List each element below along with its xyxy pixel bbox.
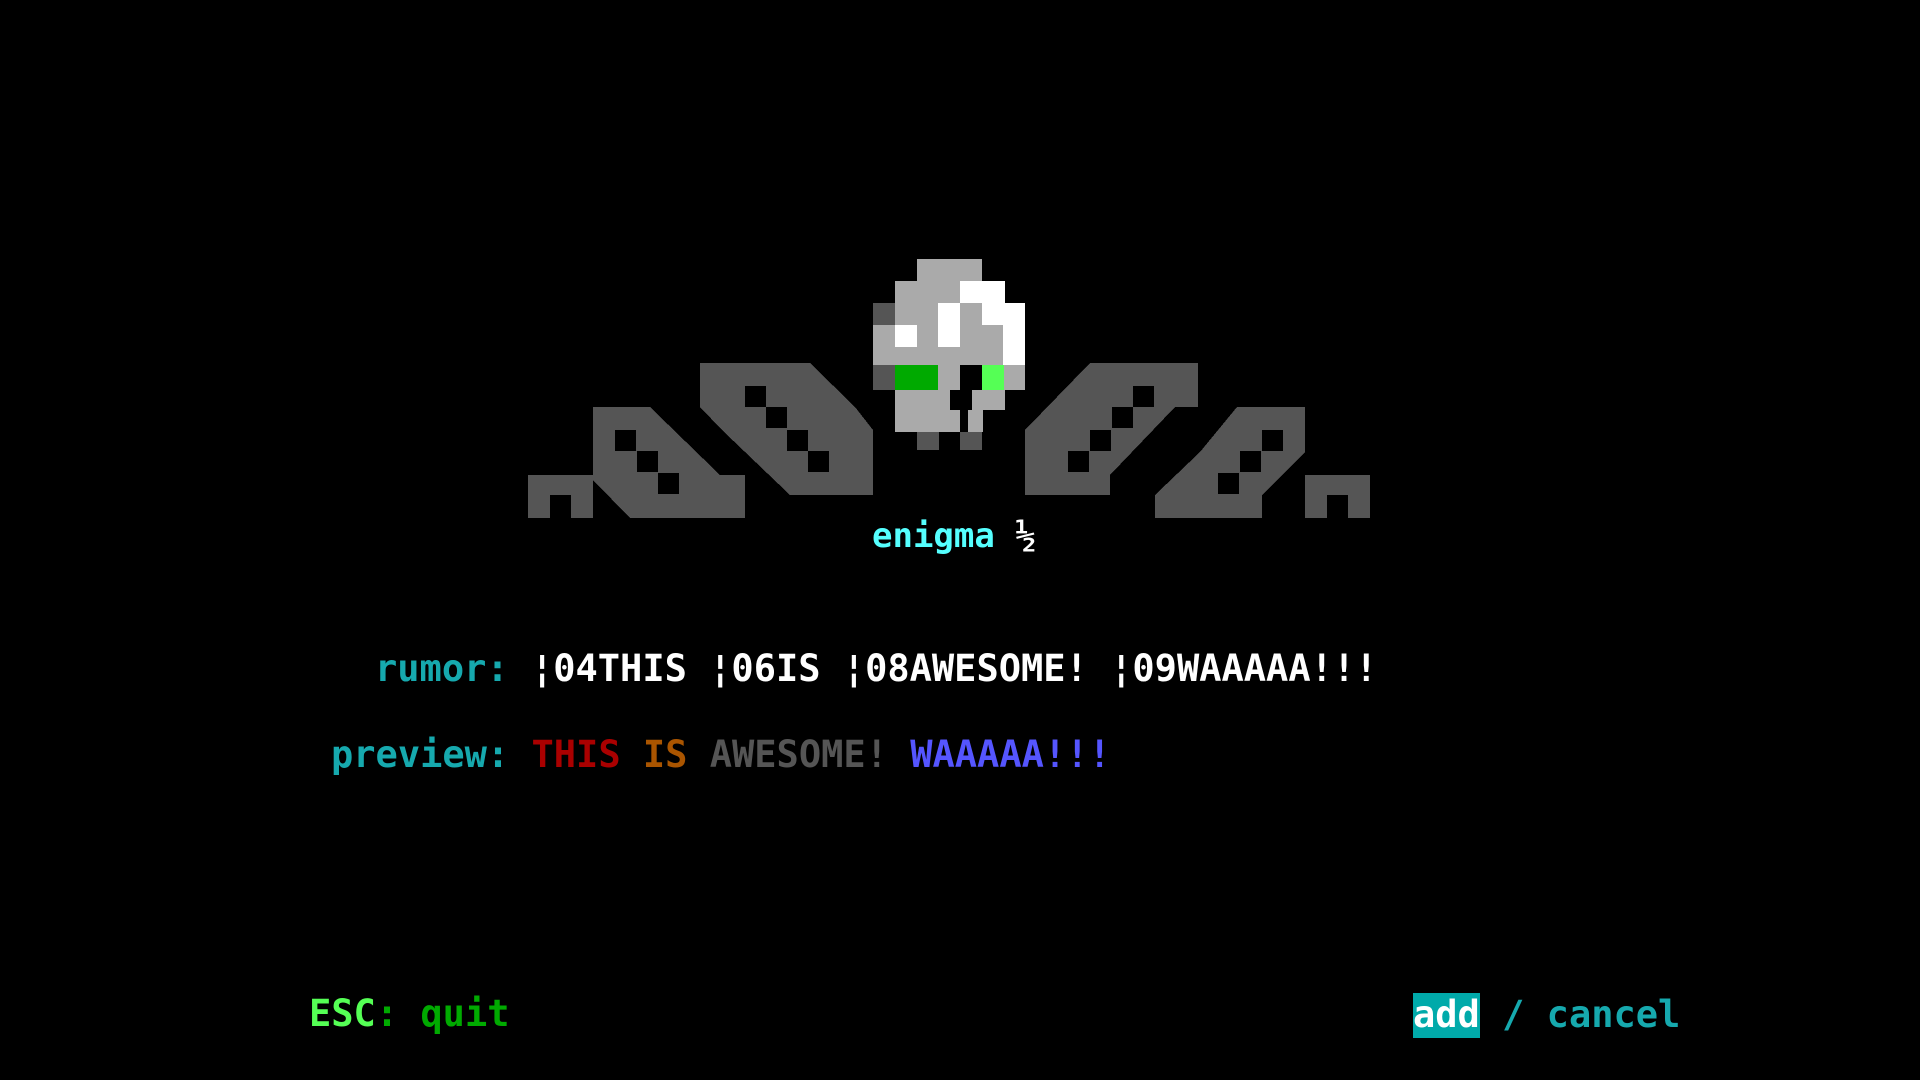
rumor-input[interactable]: ¦04THIS ¦06IS ¦08AWESOME! ¦09WAAAAA!!! [531, 647, 1377, 690]
action-menu: add / cancel [1413, 993, 1680, 1038]
esc-key: ESC [309, 992, 376, 1035]
action-separator: / [1502, 993, 1525, 1036]
esc-hint: ESC: quit [309, 995, 510, 1032]
preview-segment: IS [642, 733, 688, 776]
cancel-button[interactable]: cancel [1547, 994, 1681, 1036]
preview-row: preview: THIS IS AWESOME! WAAAAA!!! [331, 736, 1111, 773]
add-button[interactable]: add [1413, 993, 1480, 1038]
quit-action[interactable]: quit [420, 992, 509, 1035]
skull-icon [873, 259, 1025, 450]
rumor-row: rumor: ¦04THIS ¦06IS ¦08AWESOME! ¦09WAAA… [375, 650, 1377, 687]
app-title: enigma ½ [872, 516, 1036, 556]
app-title-name: enigma [872, 516, 995, 556]
esc-separator: : [375, 992, 399, 1035]
left-wing-icon [528, 363, 873, 518]
preview-segment: THIS [531, 733, 621, 776]
app-title-suffix: ½ [1015, 516, 1036, 556]
right-wing-icon [1025, 363, 1370, 518]
preview-segment: WAAAAA!!! [910, 733, 1111, 776]
preview-segment: AWESOME! [709, 733, 888, 776]
preview-label: preview: [331, 733, 510, 776]
rumor-label: rumor: [375, 647, 509, 690]
